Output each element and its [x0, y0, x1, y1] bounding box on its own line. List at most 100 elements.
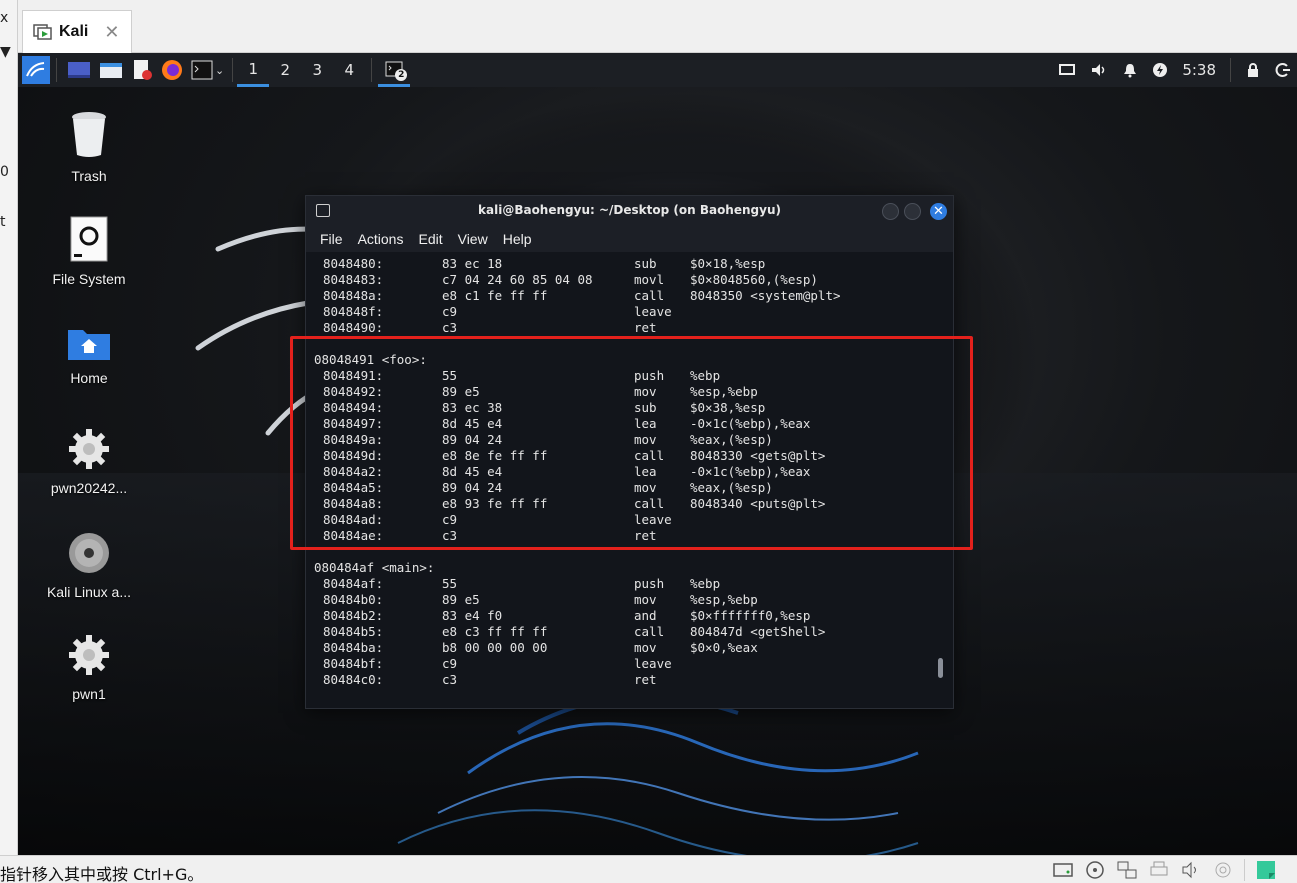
asm-address: 8048492: — [323, 384, 384, 399]
vm-icon — [33, 24, 52, 40]
menu-view[interactable]: View — [458, 231, 488, 247]
printer-icon[interactable] — [1148, 860, 1170, 880]
desktop-icon-label: Trash — [71, 168, 107, 184]
asm-bytes: c3 — [442, 672, 458, 687]
asm-address: 804849d: — [323, 448, 384, 463]
sound-icon[interactable] — [1180, 860, 1202, 880]
workspace-4[interactable]: 4 — [333, 61, 365, 79]
text-editor-icon[interactable] — [131, 59, 153, 81]
network-icon[interactable] — [1116, 860, 1138, 880]
hard-disk-icon[interactable] — [1052, 860, 1074, 880]
asm-line: 80484af: 55 push %ebp — [306, 576, 953, 592]
terminal-title-bar[interactable]: kali@Baohengyu: ~/Desktop (on Baohengyu)… — [306, 196, 953, 226]
workspace-1[interactable]: 1 — [237, 53, 270, 87]
close-button[interactable]: ✕ — [930, 203, 947, 220]
terminal-launcher-icon[interactable] — [191, 60, 213, 80]
asm-mnemonic: ret — [634, 320, 657, 335]
asm-bytes: c9 — [442, 304, 458, 319]
taskbar-terminal-button[interactable]: 2 — [378, 53, 411, 87]
asm-operands: $0×fffffff0,%esp — [690, 608, 811, 623]
desktop-icon-home[interactable]: Home — [39, 325, 139, 386]
lock-icon[interactable] — [1245, 62, 1261, 78]
dropdown-arrow-icon[interactable]: ▼ — [0, 44, 11, 60]
asm-operands: 8048340 <puts@plt> — [690, 496, 826, 511]
asm-mnemonic: leave — [634, 656, 672, 671]
disc-icon — [69, 533, 109, 573]
asm-mnemonic: leave — [634, 304, 672, 319]
terminal-window[interactable]: kali@Baohengyu: ~/Desktop (on Baohengyu)… — [305, 195, 954, 709]
asm-operands: -0×1c(%ebp),%eax — [690, 416, 811, 431]
asm-operands: $0×8048560,(%esp) — [690, 272, 818, 287]
desktop-icon-kali-linux[interactable]: Kali Linux a... — [39, 531, 139, 600]
desktop-icon-pwn2024[interactable]: pwn20242... — [39, 427, 139, 496]
kali-menu-icon[interactable] — [22, 56, 50, 84]
desktop-icon-label: pwn20242... — [50, 480, 128, 496]
cd-dvd-icon[interactable] — [1084, 860, 1106, 880]
asm-mnemonic: push — [634, 576, 665, 591]
drive-icon — [70, 216, 108, 262]
asm-line: 8048490: c3 ret — [306, 320, 953, 336]
notes-icon[interactable] — [1255, 860, 1277, 880]
asm-bytes: 8d 45 e4 — [442, 416, 503, 431]
asm-mnemonic: mov — [634, 640, 657, 655]
left-fragment: 0 — [0, 164, 9, 180]
asm-line: 8048494: 83 ec 38 sub $0×38,%esp — [306, 400, 953, 416]
terminal-output[interactable]: 8048480: 83 ec 18 sub $0×18,%esp 8048483: c7 … — [306, 254, 953, 708]
power-manager-icon[interactable] — [1152, 62, 1168, 78]
volume-icon[interactable] — [1090, 62, 1108, 78]
function-label: 080484af <main>: — [314, 560, 435, 575]
clock[interactable]: 5:38 — [1182, 61, 1216, 79]
asm-mnemonic: and — [634, 608, 657, 623]
minimize-button[interactable] — [882, 203, 899, 220]
desktop-icon-label: Kali Linux a... — [46, 584, 132, 600]
menu-edit[interactable]: Edit — [418, 231, 442, 247]
asm-mnemonic: call — [634, 496, 665, 511]
asm-mnemonic: mov — [634, 480, 657, 495]
menu-help[interactable]: Help — [503, 231, 532, 247]
asm-bytes: c3 — [442, 320, 458, 335]
menu-actions[interactable]: Actions — [358, 231, 404, 247]
workspace-3[interactable]: 3 — [301, 61, 333, 79]
asm-operands: %eax,(%esp) — [690, 432, 773, 447]
asm-bytes: 83 e4 f0 — [442, 608, 503, 623]
asm-bytes: e8 c1 fe ff ff — [442, 288, 548, 303]
close-icon[interactable]: ✕ — [104, 22, 119, 43]
asm-line: 8048483: c7 04 24 60 85 04 08 movl $0×80485… — [306, 272, 953, 288]
asm-line: 80484b0: 89 e5 mov %esp,%ebp — [306, 592, 953, 608]
show-desktop-icon[interactable] — [67, 60, 91, 80]
scrollbar-thumb[interactable] — [938, 658, 943, 678]
function-header: 080484af <main>: — [306, 560, 953, 576]
tab-kali[interactable]: Kali ✕ — [22, 10, 132, 53]
asm-line: 804849a: 89 04 24 mov %eax,(%esp) — [306, 432, 953, 448]
maximize-button[interactable] — [904, 203, 921, 220]
asm-line: 80484a2: 8d 45 e4 lea -0×1c(%ebp),%eax — [306, 464, 953, 480]
usb-icon[interactable] — [1212, 860, 1234, 880]
asm-line: 8048492: 89 e5 mov %esp,%ebp — [306, 384, 953, 400]
tab-label: Kali — [59, 23, 89, 40]
trash-icon — [72, 112, 106, 157]
function-header: 08048491 <foo>: — [306, 352, 953, 368]
workspace-2[interactable]: 2 — [269, 61, 301, 79]
logout-icon[interactable] — [1275, 62, 1291, 78]
chevron-down-icon[interactable]: ⌄ — [215, 64, 224, 77]
desktop-icon-file-system[interactable]: File System — [39, 216, 139, 287]
asm-address: 80484ae: — [323, 528, 384, 543]
asm-line: 8048491: 55 push %ebp — [306, 368, 953, 384]
asm-operands: %ebp — [690, 576, 721, 591]
desktop-icon-pwn1[interactable]: pwn1 — [39, 633, 139, 702]
asm-bytes: c3 — [442, 528, 458, 543]
asm-mnemonic: lea — [634, 416, 657, 431]
file-manager-icon[interactable] — [99, 60, 123, 80]
asm-bytes: e8 8e fe ff ff — [442, 448, 548, 463]
asm-line: 80484b5: e8 c3 ff ff ff call 804847d <getSh… — [306, 624, 953, 640]
vm-left-strip: x ▼ 0 t — [0, 0, 18, 860]
display-icon[interactable] — [1058, 62, 1076, 78]
notification-bell-icon[interactable] — [1122, 62, 1138, 78]
asm-address: 8048494: — [323, 400, 384, 415]
firefox-icon[interactable] — [161, 59, 183, 81]
asm-mnemonic: mov — [634, 432, 657, 447]
asm-address: 80484a8: — [323, 496, 384, 511]
menu-file[interactable]: File — [320, 231, 343, 247]
desktop-icon-trash[interactable]: Trash — [39, 111, 139, 184]
asm-address: 804848a: — [323, 288, 384, 303]
